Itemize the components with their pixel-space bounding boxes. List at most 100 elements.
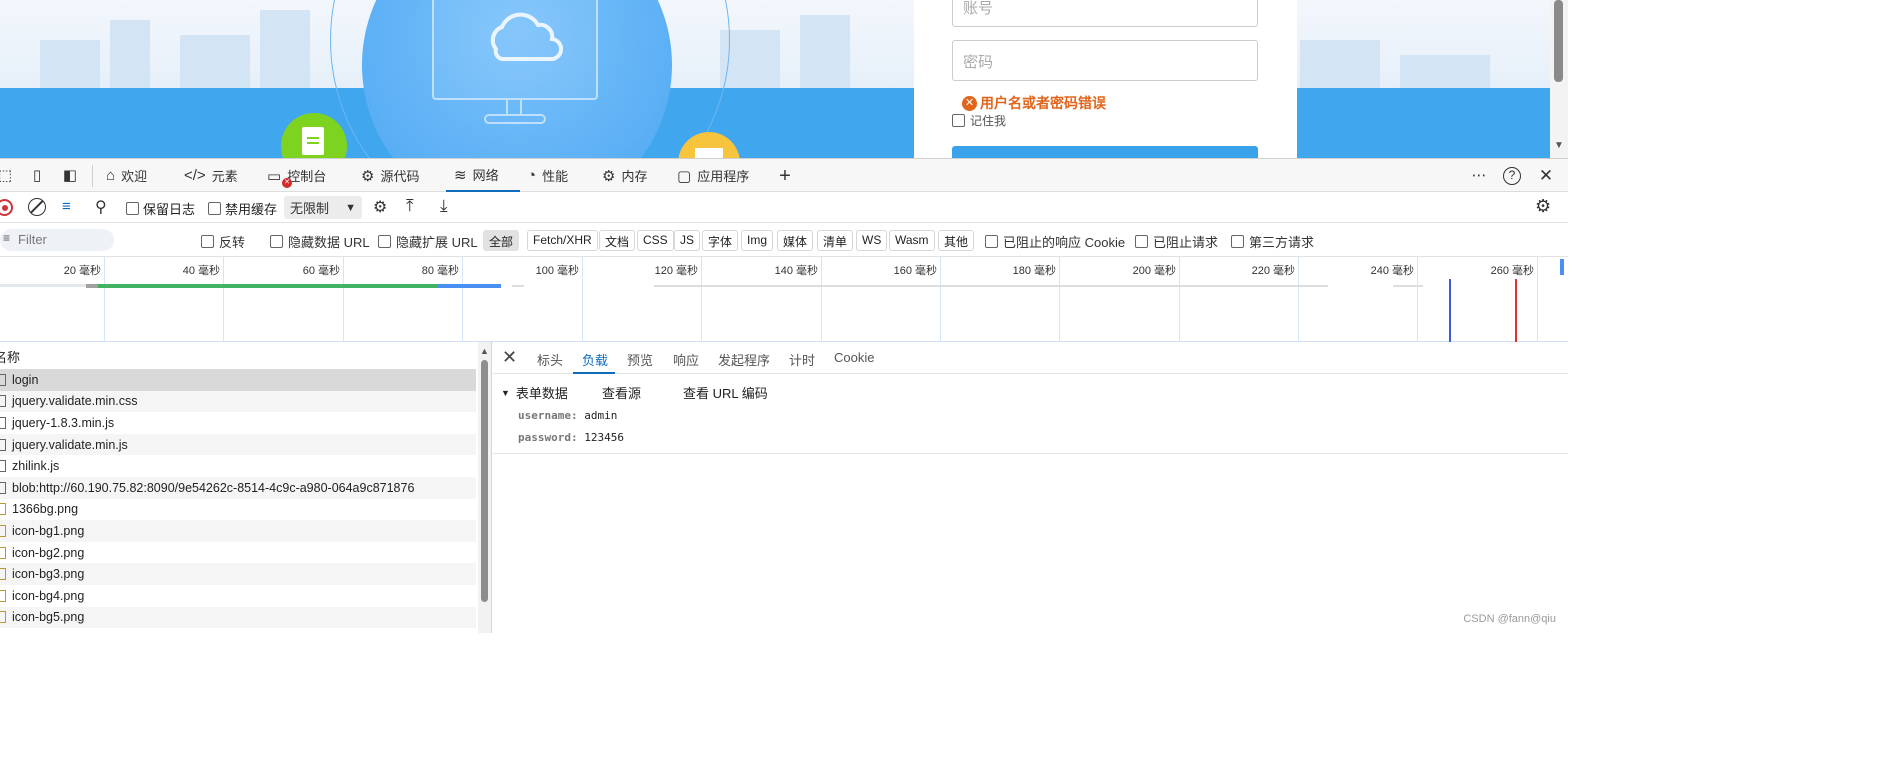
close-detail-icon[interactable]: ✕ bbox=[502, 347, 517, 368]
tab-payload[interactable]: 负载 bbox=[582, 350, 608, 369]
tab-timing[interactable]: 计时 bbox=[789, 350, 815, 369]
search-icon[interactable]: ⚲ bbox=[95, 197, 107, 217]
building-decoration bbox=[1300, 40, 1380, 88]
table-row[interactable]: icon-bg1.png bbox=[0, 520, 476, 542]
page-scrollbar-thumb[interactable] bbox=[1554, 0, 1563, 82]
tab-memory[interactable]: ⚙ 内存 bbox=[602, 159, 647, 192]
scroll-up-icon[interactable]: ▲ bbox=[480, 346, 489, 356]
timeline-bar-queue bbox=[0, 284, 86, 287]
blocked-cookies[interactable]: 已阻止的响应 Cookie bbox=[985, 232, 1125, 251]
filter-toggle-icon[interactable]: ≡ bbox=[62, 198, 71, 215]
remember-me[interactable]: 记住我 bbox=[952, 112, 1006, 129]
preserve-log-checkbox[interactable] bbox=[126, 202, 139, 215]
tab-label: 源代码 bbox=[380, 169, 420, 184]
image-file-icon bbox=[0, 611, 6, 624]
hide-extension-urls[interactable]: 隐藏扩展 URL bbox=[378, 232, 478, 251]
table-row[interactable]: jquery-1.8.3.min.js bbox=[0, 412, 476, 434]
form-data-section-toggle[interactable]: ▼ 表单数据 bbox=[501, 383, 568, 402]
tab-elements[interactable]: </> 元素 bbox=[184, 159, 238, 192]
device-emulation-icon[interactable]: ▯ bbox=[28, 167, 46, 185]
blocked-requests[interactable]: 已阻止请求 bbox=[1135, 232, 1218, 251]
type-filter-manifest[interactable]: 清单 bbox=[817, 230, 854, 251]
chevron-down-icon: ▼ bbox=[345, 201, 356, 214]
dock-icon[interactable]: ◧ bbox=[61, 167, 79, 185]
network-timeline[interactable]: 20 毫秒 40 毫秒 60 毫秒 80 毫秒 100 毫秒 120 毫秒 14… bbox=[0, 257, 1568, 342]
close-devtools-icon[interactable]: ✕ bbox=[1537, 167, 1555, 185]
preserve-log[interactable]: 保留日志 bbox=[126, 199, 195, 218]
username-field[interactable]: 账号 bbox=[952, 0, 1258, 27]
tab-performance[interactable]: ◔ 性能 bbox=[527, 159, 568, 192]
request-list-scrollbar[interactable]: ▲ bbox=[478, 342, 491, 633]
table-row[interactable]: icon-bg3.png bbox=[0, 563, 476, 585]
type-filter-other[interactable]: 其他 bbox=[938, 230, 975, 251]
view-source-link[interactable]: 查看源 bbox=[602, 383, 641, 402]
type-filter-css[interactable]: CSS bbox=[637, 230, 674, 251]
type-filter-doc[interactable]: 文档 bbox=[599, 230, 636, 251]
preserve-log-label: 保留日志 bbox=[143, 202, 196, 217]
third-party-checkbox[interactable] bbox=[1231, 235, 1244, 248]
record-icon[interactable] bbox=[0, 199, 13, 216]
type-filter-js[interactable]: JS bbox=[674, 230, 701, 251]
table-row[interactable]: zhilink.js bbox=[0, 455, 476, 477]
tab-network[interactable]: ≋ 网络 bbox=[446, 159, 520, 192]
login-button[interactable] bbox=[952, 146, 1258, 158]
type-filter-all[interactable]: 全部 bbox=[483, 230, 520, 251]
page-scrollbar[interactable]: ▼ bbox=[1550, 0, 1568, 158]
request-list-scrollbar-thumb[interactable] bbox=[481, 360, 488, 602]
invert-filter[interactable]: 反转 bbox=[201, 232, 245, 251]
table-row[interactable]: jquery.validate.min.js bbox=[0, 433, 476, 456]
request-detail-pane: ✕ 标头 负载 预览 响应 发起程序 计时 Cookie ▼ 表单数据 查看源 … bbox=[493, 342, 1568, 633]
remember-me-checkbox[interactable] bbox=[952, 114, 965, 127]
chip-icon: ⚙ bbox=[602, 167, 616, 185]
table-row[interactable]: 1366bg.png bbox=[0, 499, 476, 521]
type-filter-font[interactable]: 字体 bbox=[702, 230, 739, 251]
import-har-icon[interactable]: ⤒ bbox=[406, 196, 414, 216]
tab-application[interactable]: ▢ 应用程序 bbox=[677, 159, 749, 192]
tab-sources[interactable]: ⚙ 源代码 bbox=[361, 159, 419, 192]
password-field[interactable]: 密码 bbox=[952, 40, 1258, 81]
timeline-tick: 220 毫秒 bbox=[1180, 257, 1299, 342]
more-icon[interactable]: ⋯ bbox=[1470, 167, 1488, 185]
tab-console[interactable]: ▭ 控制台 bbox=[267, 159, 326, 192]
tab-headers[interactable]: 标头 bbox=[537, 350, 563, 369]
throttling-select[interactable]: 无限制 ▼ bbox=[284, 196, 362, 219]
disable-cache[interactable]: 禁用缓存 bbox=[208, 199, 277, 218]
type-filter-media[interactable]: 媒体 bbox=[777, 230, 814, 251]
inspect-icon[interactable]: ⬚ bbox=[0, 167, 14, 185]
tab-response[interactable]: 响应 bbox=[673, 350, 699, 369]
help-icon[interactable]: ? bbox=[1503, 167, 1521, 185]
add-tab-icon[interactable]: + bbox=[776, 166, 794, 186]
tab-initiator[interactable]: 发起程序 bbox=[718, 350, 770, 369]
hide-data-urls[interactable]: 隐藏数据 URL bbox=[270, 232, 370, 251]
table-row[interactable]: jquery.validate.min.css bbox=[0, 390, 476, 413]
image-file-icon bbox=[0, 503, 6, 516]
table-row[interactable]: blob:http://60.190.75.82:8090/9e54262c-8… bbox=[0, 477, 476, 499]
tab-preview[interactable]: 预览 bbox=[627, 350, 653, 369]
scroll-down-icon[interactable]: ▼ bbox=[1554, 140, 1564, 151]
tab-cookies[interactable]: Cookie bbox=[834, 350, 874, 365]
name-column-header[interactable]: 名称 bbox=[0, 342, 478, 366]
table-row[interactable]: icon-bg5.png bbox=[0, 606, 476, 629]
table-row[interactable]: login bbox=[0, 369, 476, 391]
clear-icon[interactable] bbox=[28, 198, 46, 216]
type-filter-wasm[interactable]: Wasm bbox=[889, 230, 935, 251]
hide-extension-urls-checkbox[interactable] bbox=[378, 235, 391, 248]
third-party-requests[interactable]: 第三方请求 bbox=[1231, 232, 1314, 251]
type-filter-ws[interactable]: WS bbox=[856, 230, 888, 251]
settings-gear-icon[interactable]: ⚙ bbox=[1535, 196, 1551, 217]
hide-data-urls-checkbox[interactable] bbox=[270, 235, 283, 248]
blocked-cookies-checkbox[interactable] bbox=[985, 235, 998, 248]
table-row[interactable]: icon-bg2.png bbox=[0, 542, 476, 564]
network-conditions-icon[interactable]: ⚙ bbox=[373, 197, 387, 217]
invert-checkbox[interactable] bbox=[201, 235, 214, 248]
view-url-encoded-link[interactable]: 查看 URL 编码 bbox=[683, 383, 768, 402]
disable-cache-checkbox[interactable] bbox=[208, 202, 221, 215]
type-filter-img[interactable]: Img bbox=[741, 230, 774, 251]
filter-input[interactable]: ≡ Filter bbox=[0, 229, 114, 251]
timeline-overview-handle[interactable] bbox=[1560, 259, 1564, 275]
table-row[interactable]: icon-bg4.png bbox=[0, 585, 476, 607]
blocked-requests-checkbox[interactable] bbox=[1135, 235, 1148, 248]
tab-welcome[interactable]: ⌂ 欢迎 bbox=[106, 159, 147, 192]
export-har-icon[interactable]: ⤓ bbox=[440, 196, 448, 216]
type-filter-fetch-xhr[interactable]: Fetch/XHR bbox=[527, 230, 598, 251]
